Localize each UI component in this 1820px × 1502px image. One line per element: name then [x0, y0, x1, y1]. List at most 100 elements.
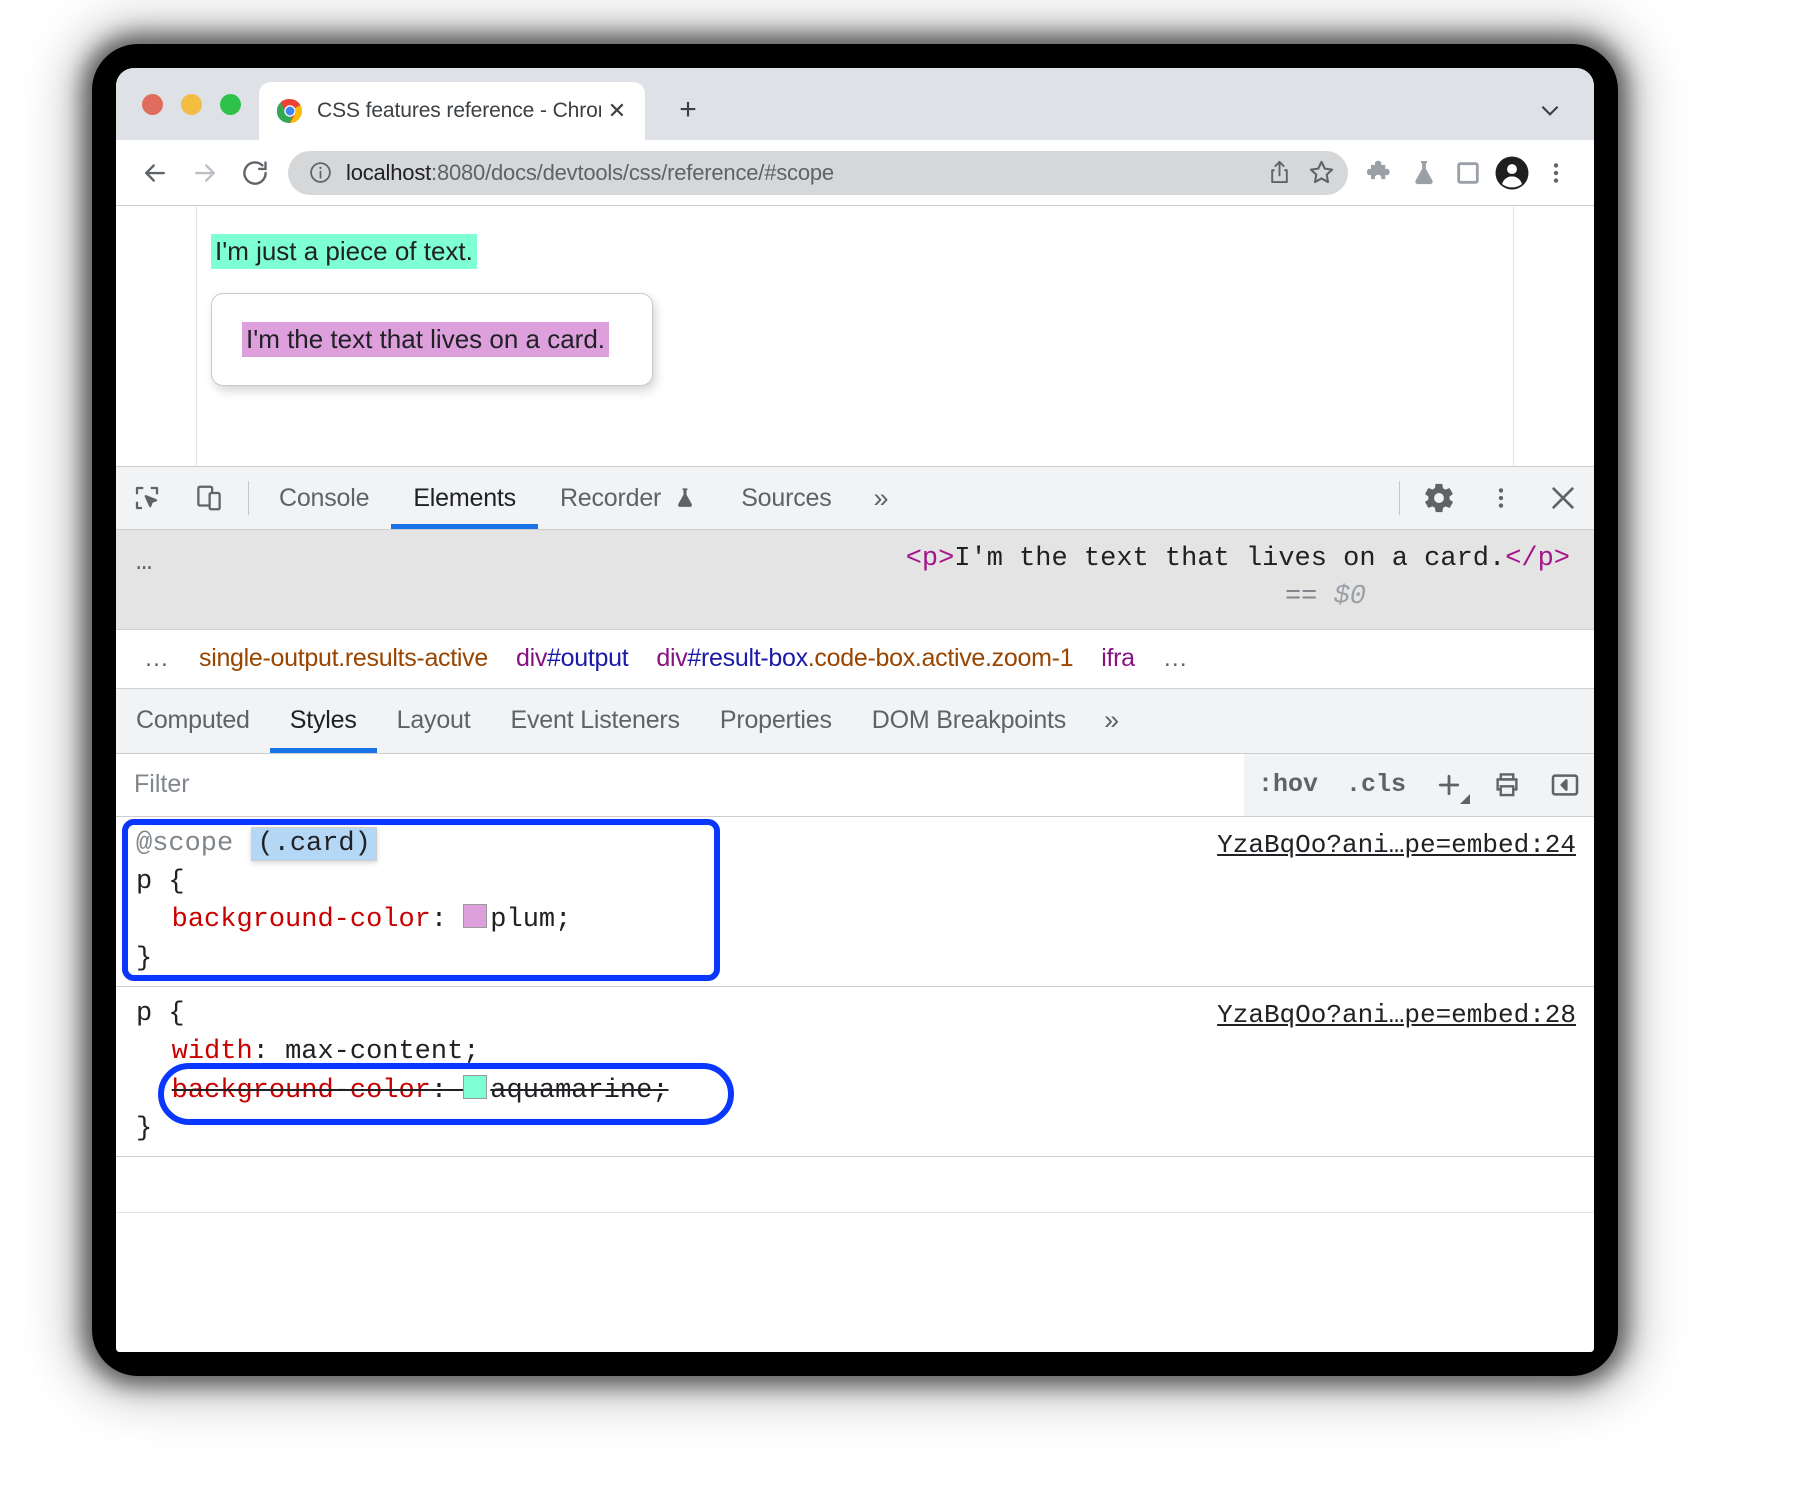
at-scope-keyword: @scope — [136, 829, 233, 859]
sidebar-more-tabs-button[interactable]: » — [1086, 689, 1137, 753]
inspect-element-icon[interactable] — [116, 467, 178, 529]
tab-computed[interactable]: Computed — [116, 689, 270, 753]
maximize-window-button[interactable] — [220, 94, 241, 115]
tab-layout[interactable]: Layout — [377, 689, 491, 753]
css-property-value[interactable]: plum — [490, 905, 555, 935]
breadcrumb-left-ellipsis[interactable]: … — [130, 644, 185, 673]
page-content: I'm just a piece of text. I'm the text t… — [196, 206, 1514, 466]
url-host: localhost — [346, 160, 431, 185]
card-element: I'm the text that lives on a card. — [211, 293, 653, 386]
color-swatch[interactable] — [463, 904, 487, 928]
dom-text: I'm the text that lives on a card. — [954, 544, 1505, 574]
css-property-name[interactable]: width — [172, 1037, 253, 1067]
puzzle-piece-icon[interactable] — [1358, 151, 1402, 195]
dom-close-tag: </p> — [1505, 544, 1570, 574]
breadcrumb-item-1[interactable]: div#output — [502, 644, 642, 673]
tab-strip: CSS features reference - Chrom ✕ + — [116, 68, 1594, 140]
side-panel-icon[interactable] — [1446, 151, 1490, 195]
print-media-icon[interactable] — [1478, 754, 1536, 816]
dom-equals: == — [1285, 582, 1317, 612]
share-icon[interactable] — [1258, 152, 1300, 194]
reload-icon[interactable] — [232, 150, 278, 196]
breadcrumb-item-2[interactable]: div#result-box.code-box.active.zoom-1 — [642, 644, 1087, 673]
css-rule-scope[interactable]: YzaBqOo?ani…pe=embed:24 @scope (.card) p… — [116, 817, 1594, 987]
card-paragraph: I'm the text that lives on a card. — [242, 322, 609, 357]
forward-arrow-icon[interactable] — [182, 150, 228, 196]
css-property-name[interactable]: background-color — [172, 1076, 431, 1106]
gear-icon[interactable] — [1408, 467, 1470, 529]
breadcrumb-item-2-label: #result-box — [687, 644, 807, 672]
browser-tab[interactable]: CSS features reference - Chrom ✕ — [259, 82, 645, 140]
css-selector-line-partial — [136, 1165, 1576, 1203]
css-property-value[interactable]: max-content — [285, 1037, 463, 1067]
back-arrow-icon[interactable] — [132, 150, 178, 196]
toolbar-divider-right — [1399, 481, 1400, 515]
device-toolbar-icon[interactable] — [178, 467, 240, 529]
dom-preview-row[interactable]: … <p>I'm the text that lives on a card.<… — [116, 530, 1594, 629]
filter-input[interactable] — [116, 754, 1244, 816]
scope-argument[interactable]: (.card) — [251, 827, 376, 861]
plus-icon[interactable] — [1420, 754, 1478, 816]
breadcrumb: … single-output.results-active div#outpu… — [116, 629, 1594, 689]
toolbar-divider — [248, 481, 249, 515]
color-swatch[interactable] — [463, 1075, 487, 1099]
tab-console[interactable]: Console — [257, 467, 391, 529]
url-path: :8080/docs/devtools/css/reference/#scope — [431, 160, 834, 185]
tab-recorder[interactable]: Recorder — [538, 467, 719, 529]
css-declaration-background-color[interactable]: background-color: plum; — [136, 901, 1576, 939]
css-rule-partial[interactable] — [116, 1157, 1594, 1212]
collapse-sidebar-icon[interactable] — [1536, 754, 1594, 816]
breadcrumb-item-3[interactable]: ifra — [1087, 644, 1149, 673]
flask-icon — [673, 486, 697, 510]
css-property-name[interactable]: background-color — [172, 905, 431, 935]
css-rule-p[interactable]: YzaBqOo?ani…pe=embed:28 p { width: max-c… — [116, 987, 1594, 1157]
css-close-brace: } — [136, 1110, 1576, 1148]
tab-dom-breakpoints[interactable]: DOM Breakpoints — [852, 689, 1086, 753]
dom-ellipsis: … — [136, 544, 154, 582]
tab-event-listeners[interactable]: Event Listeners — [491, 689, 700, 753]
url-text: localhost:8080/docs/devtools/css/referen… — [346, 160, 1258, 186]
breadcrumb-right-ellipsis[interactable]: … — [1149, 644, 1204, 673]
tab-sources[interactable]: Sources — [719, 467, 853, 529]
breadcrumb-item-3-label: ifra — [1101, 644, 1135, 672]
close-icon[interactable] — [1532, 467, 1594, 529]
browser-window: CSS features reference - Chrom ✕ + — [116, 68, 1594, 1352]
css-declaration-background-color-overridden[interactable]: background-color: aquamarine; — [136, 1072, 1576, 1110]
close-window-button[interactable] — [142, 94, 163, 115]
css-selector-line[interactable]: p { — [136, 863, 1576, 901]
css-semicolon: ; — [652, 1076, 668, 1106]
info-circle-icon[interactable] — [306, 159, 334, 187]
css-rule-source-link[interactable]: YzaBqOo?ani…pe=embed:28 — [1217, 997, 1576, 1034]
three-dot-menu-icon[interactable] — [1534, 151, 1578, 195]
account-avatar-icon[interactable] — [1490, 151, 1534, 195]
devtools-toolbar-right — [1391, 467, 1594, 529]
tab-computed-label: Computed — [136, 706, 250, 735]
address-bar[interactable]: localhost:8080/docs/devtools/css/referen… — [288, 151, 1348, 195]
styles-filter-bar: :hov .cls — [116, 754, 1594, 817]
new-tab-button[interactable]: + — [668, 90, 708, 130]
styles-sidebar-tabs: Computed Styles Layout Event Listeners P… — [116, 689, 1594, 754]
plain-paragraph: I'm just a piece of text. — [211, 234, 477, 269]
css-rule-source-link[interactable]: YzaBqOo?ani…pe=embed:24 — [1217, 827, 1576, 864]
tab-properties[interactable]: Properties — [700, 689, 852, 753]
devtools-toolbar: Console Elements Recorder Sources » — [116, 467, 1594, 530]
tab-styles[interactable]: Styles — [270, 689, 377, 753]
tab-console-label: Console — [279, 484, 369, 513]
close-tab-button[interactable]: ✕ — [603, 97, 631, 125]
css-property-value[interactable]: aquamarine — [490, 1076, 652, 1106]
star-icon[interactable] — [1300, 152, 1342, 194]
chevron-down-icon[interactable] — [1532, 92, 1568, 128]
toggle-element-classes-button[interactable]: .cls — [1332, 754, 1420, 816]
more-tabs-button[interactable]: » — [854, 467, 909, 529]
three-dot-menu-icon[interactable] — [1470, 467, 1532, 529]
flask-icon[interactable] — [1402, 151, 1446, 195]
tab-title: CSS features reference - Chrom — [317, 99, 601, 123]
css-declaration-width[interactable]: width: max-content; — [136, 1033, 1576, 1071]
tab-elements[interactable]: Elements — [391, 467, 538, 529]
window-controls — [142, 94, 241, 115]
styles-pane: YzaBqOo?ani…pe=embed:24 @scope (.card) p… — [116, 817, 1594, 1352]
dom-open-tag: <p> — [906, 544, 955, 574]
toggle-pseudo-classes-button[interactable]: :hov — [1244, 754, 1332, 816]
minimize-window-button[interactable] — [181, 94, 202, 115]
breadcrumb-item-0[interactable]: single-output.results-active — [185, 644, 502, 673]
